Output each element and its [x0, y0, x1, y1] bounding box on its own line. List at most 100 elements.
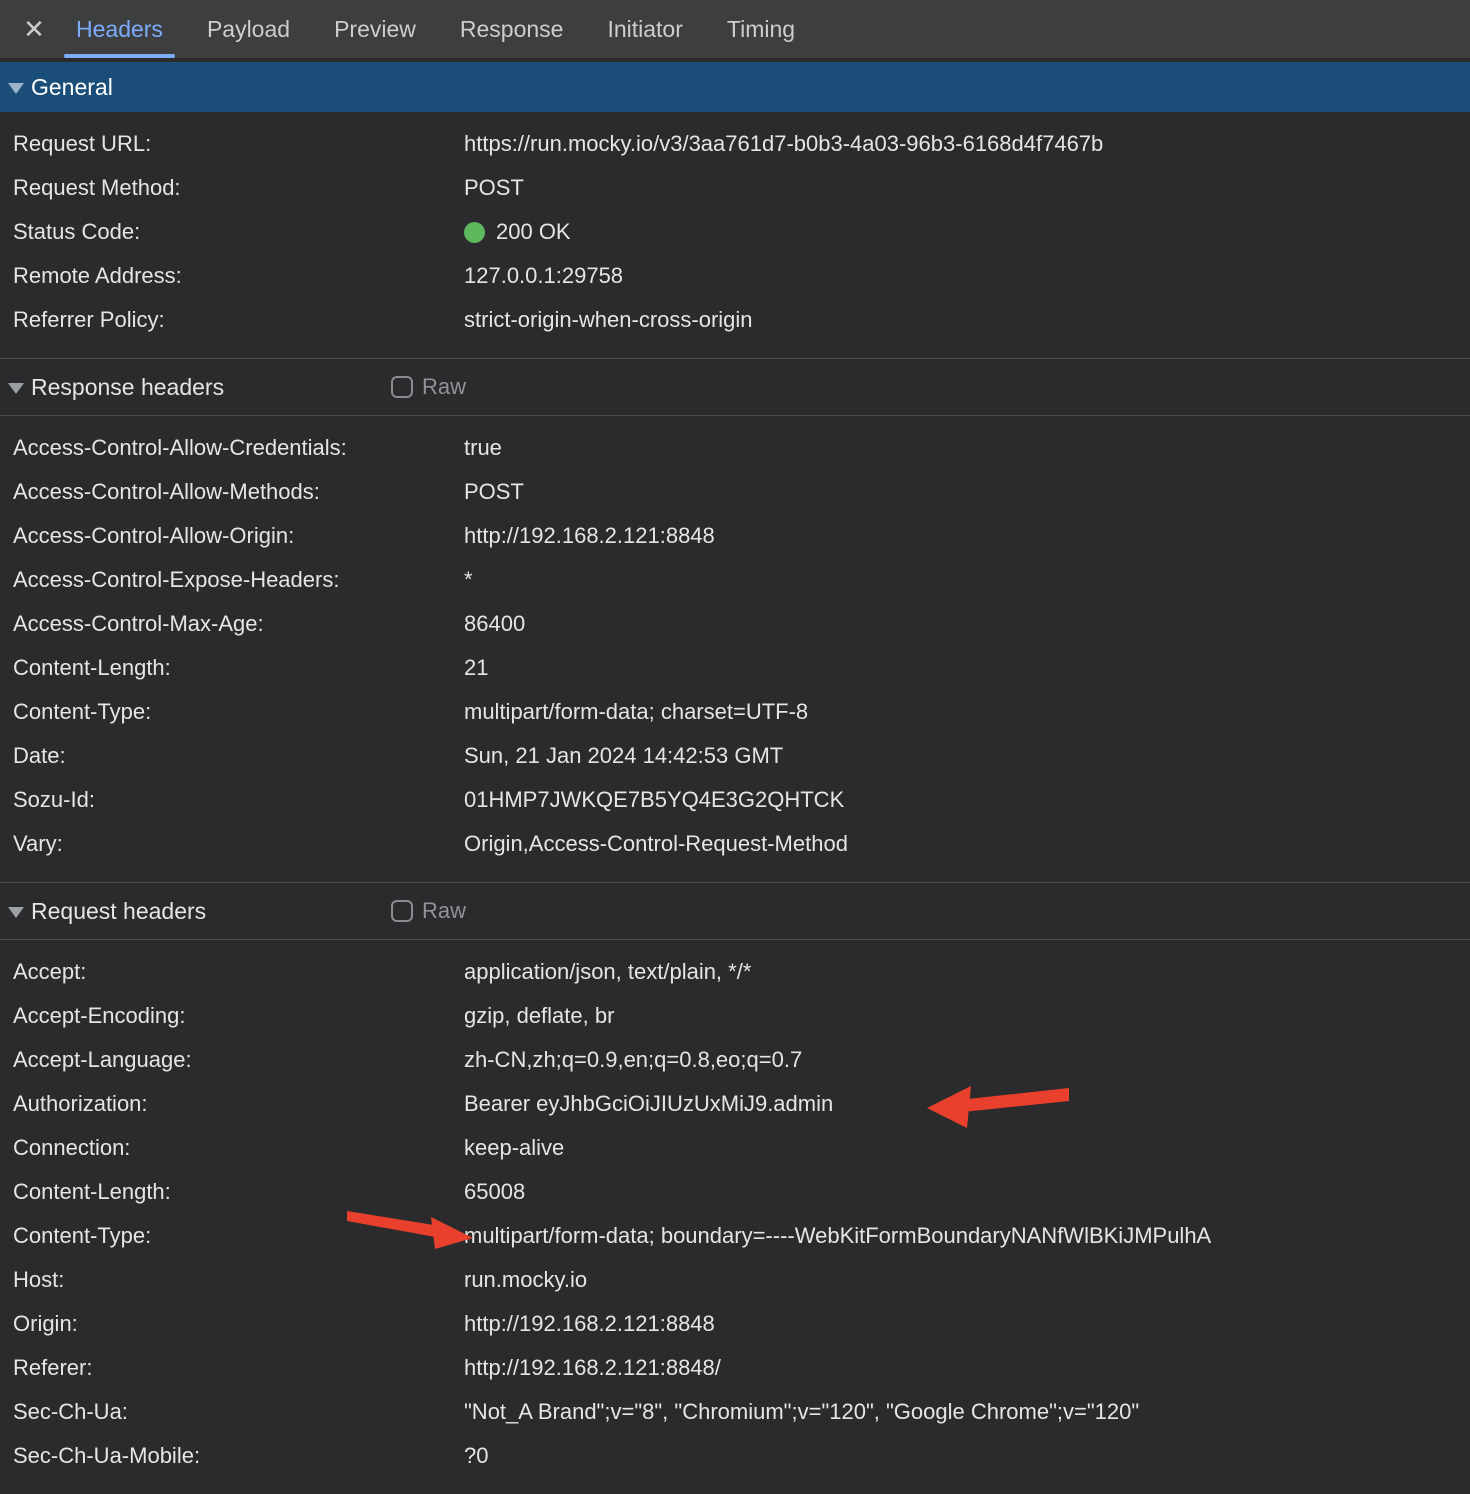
header-value: 21 [464, 655, 488, 681]
header-row-content-type: Content-Type: multipart/form-data; chars… [0, 690, 1470, 734]
tab-timing[interactable]: Timing [711, 0, 811, 58]
tab-response[interactable]: Response [444, 0, 580, 58]
header-row-request-url: Request URL: https://run.mocky.io/v3/3aa… [0, 122, 1470, 166]
header-value: application/json, text/plain, */* [464, 959, 751, 985]
tab-label: Timing [727, 16, 795, 43]
general-rows: Request URL: https://run.mocky.io/v3/3aa… [0, 112, 1470, 358]
header-name: Request URL: [0, 131, 464, 157]
header-value: gzip, deflate, br [464, 1003, 614, 1029]
tab-headers[interactable]: Headers [60, 0, 179, 58]
tab-payload[interactable]: Payload [191, 0, 306, 58]
section-header-response-headers[interactable]: Response headers Raw [0, 358, 1470, 416]
header-name: Content-Length: [0, 1179, 464, 1205]
tab-label: Payload [207, 16, 290, 43]
header-value: http://192.168.2.121:8848/ [464, 1355, 721, 1381]
header-row-accept-encoding: Accept-Encoding: gzip, deflate, br [0, 994, 1470, 1038]
header-value: Bearer eyJhbGciOiJIUzUxMiJ9.admin [464, 1091, 833, 1117]
close-icon: ✕ [23, 14, 45, 45]
header-name: Accept-Encoding: [0, 1003, 464, 1029]
tab-label: Response [460, 16, 564, 43]
header-name: Referer: [0, 1355, 464, 1381]
header-name: Access-Control-Max-Age: [0, 611, 464, 637]
header-value: http://192.168.2.121:8848 [464, 523, 715, 549]
section-title: General [31, 74, 113, 101]
section-title: Request headers [31, 898, 206, 925]
header-name: Origin: [0, 1311, 464, 1337]
header-value: POST [464, 175, 524, 201]
header-name: Date: [0, 743, 464, 769]
raw-label: Raw [422, 898, 466, 924]
tab-label: Headers [76, 16, 163, 43]
header-value: Origin,Access-Control-Request-Method [464, 831, 848, 857]
header-row-access-control-allow-origin: Access-Control-Allow-Origin: http://192.… [0, 514, 1470, 558]
header-name: Sec-Ch-Ua-Mobile: [0, 1443, 464, 1469]
header-row-sec-ch-ua: Sec-Ch-Ua: "Not_A Brand";v="8", "Chromiu… [0, 1390, 1470, 1434]
header-value: 65008 [464, 1179, 525, 1205]
header-value: zh-CN,zh;q=0.9,en;q=0.8,eo;q=0.7 [464, 1047, 802, 1073]
tab-strip: Headers Payload Preview Response Initiat… [54, 0, 817, 58]
header-value: 127.0.0.1:29758 [464, 263, 623, 289]
disclosure-triangle-icon [8, 383, 24, 394]
header-value: keep-alive [464, 1135, 564, 1161]
header-value: Sun, 21 Jan 2024 14:42:53 GMT [464, 743, 783, 769]
header-row-accept: Accept: application/json, text/plain, */… [0, 950, 1470, 994]
section-header-request-headers[interactable]: Request headers Raw [0, 882, 1470, 940]
header-name: Access-Control-Allow-Methods: [0, 479, 464, 505]
header-name: Authorization: [0, 1091, 464, 1117]
header-name: Vary: [0, 831, 464, 857]
header-name: Host: [0, 1267, 464, 1293]
raw-toggle: Raw [391, 883, 466, 939]
header-value: ?0 [464, 1443, 488, 1469]
header-row-accept-language: Accept-Language: zh-CN,zh;q=0.9,en;q=0.8… [0, 1038, 1470, 1082]
tab-label: Preview [334, 16, 416, 43]
header-row-status-code: Status Code: 200 OK [0, 210, 1470, 254]
header-name: Accept: [0, 959, 464, 985]
header-row-authorization: Authorization: Bearer eyJhbGciOiJIUzUxMi… [0, 1082, 1470, 1126]
header-value: 200 OK [496, 219, 571, 245]
request-header-rows: Accept: application/json, text/plain, */… [0, 940, 1470, 1494]
tab-initiator[interactable]: Initiator [591, 0, 698, 58]
section-title: Response headers [31, 374, 224, 401]
header-row-sec-ch-ua-mobile: Sec-Ch-Ua-Mobile: ?0 [0, 1434, 1470, 1478]
header-name: Access-Control-Allow-Origin: [0, 523, 464, 549]
header-row-connection: Connection: keep-alive [0, 1126, 1470, 1170]
header-value: POST [464, 479, 524, 505]
header-row-access-control-allow-methods: Access-Control-Allow-Methods: POST [0, 470, 1470, 514]
close-button[interactable]: ✕ [14, 0, 54, 58]
response-header-rows: Access-Control-Allow-Credentials: true A… [0, 416, 1470, 882]
header-value: 01HMP7JWKQE7B5YQ4E3G2QHTCK [464, 787, 844, 813]
header-row-origin: Origin: http://192.168.2.121:8848 [0, 1302, 1470, 1346]
header-row-host: Host: run.mocky.io [0, 1258, 1470, 1302]
tab-label: Initiator [607, 16, 682, 43]
header-name: Connection: [0, 1135, 464, 1161]
raw-toggle: Raw [391, 359, 466, 415]
raw-checkbox[interactable] [391, 900, 413, 922]
header-name: Referrer Policy: [0, 307, 464, 333]
header-row-access-control-expose-headers: Access-Control-Expose-Headers: * [0, 558, 1470, 602]
header-value: strict-origin-when-cross-origin [464, 307, 753, 333]
header-name: Access-Control-Allow-Credentials: [0, 435, 464, 461]
header-value: https://run.mocky.io/v3/3aa761d7-b0b3-4a… [464, 131, 1103, 157]
header-row-sozu-id: Sozu-Id: 01HMP7JWKQE7B5YQ4E3G2QHTCK [0, 778, 1470, 822]
header-row-content-length: Content-Length: 21 [0, 646, 1470, 690]
header-row-access-control-allow-credentials: Access-Control-Allow-Credentials: true [0, 426, 1470, 470]
header-value: http://192.168.2.121:8848 [464, 1311, 715, 1337]
header-name: Accept-Language: [0, 1047, 464, 1073]
status-ok-dot [464, 222, 485, 243]
header-name: Request Method: [0, 175, 464, 201]
disclosure-triangle-icon [8, 907, 24, 918]
tab-preview[interactable]: Preview [318, 0, 432, 58]
header-name: Access-Control-Expose-Headers: [0, 567, 464, 593]
header-name: Content-Type: [0, 1223, 464, 1249]
header-row-referer: Referer: http://192.168.2.121:8848/ [0, 1346, 1470, 1390]
header-value: run.mocky.io [464, 1267, 587, 1293]
header-value: true [464, 435, 502, 461]
header-value: multipart/form-data; boundary=----WebKit… [464, 1223, 1211, 1249]
header-value: 86400 [464, 611, 525, 637]
section-header-general[interactable]: General [0, 62, 1470, 112]
header-name: Status Code: [0, 219, 464, 245]
raw-checkbox[interactable] [391, 376, 413, 398]
header-name: Sec-Ch-Ua: [0, 1399, 464, 1425]
header-row-remote-address: Remote Address: 127.0.0.1:29758 [0, 254, 1470, 298]
header-value: * [464, 567, 473, 593]
